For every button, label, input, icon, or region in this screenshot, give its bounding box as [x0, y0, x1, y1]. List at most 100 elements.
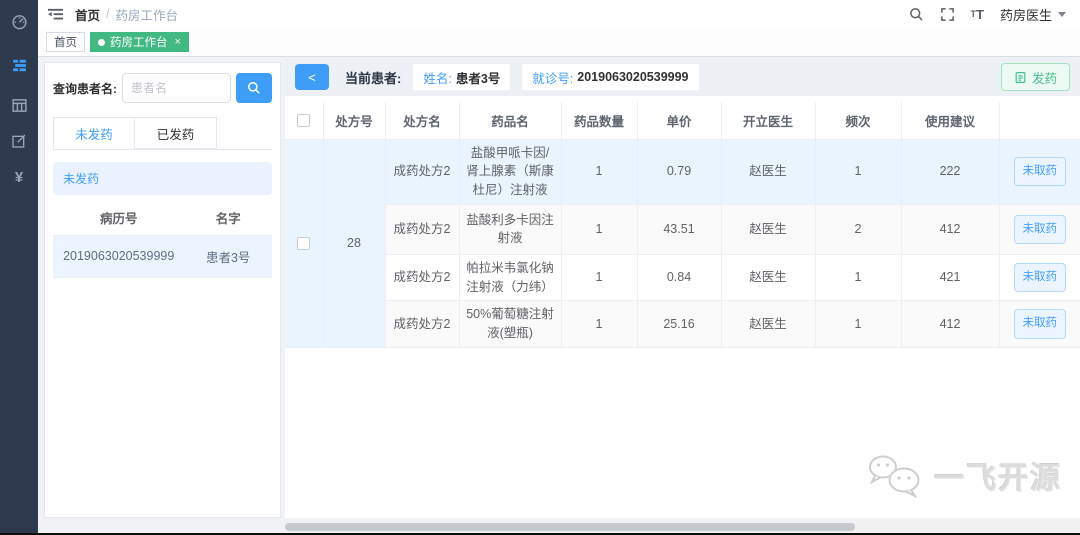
- sidebar-item-workbench[interactable]: [0, 48, 38, 82]
- frequency-cell: 1: [815, 139, 902, 205]
- prescription-name-cell: 成药处方2: [385, 204, 460, 255]
- patient-name-input[interactable]: [122, 73, 231, 103]
- fullscreen-icon: [940, 7, 954, 21]
- sidebar: ¥: [0, 0, 38, 533]
- font-size-button[interactable]: TT: [971, 7, 984, 22]
- table-header-row: 处方号 处方名 药品名 药品数量 单价 开立医生 频次 使用建议: [285, 102, 1080, 140]
- drug-name-cell: 盐酸利多卡因注射液: [459, 204, 562, 255]
- select-all-checkbox[interactable]: [297, 114, 311, 128]
- grid-table-icon: [11, 98, 27, 112]
- row-checkbox[interactable]: [297, 236, 311, 250]
- name-label: 姓名:: [423, 71, 452, 86]
- doctor-cell: 赵医生: [721, 139, 816, 205]
- not-taken-button[interactable]: 未取药: [1013, 262, 1066, 293]
- quantity-cell: 1: [561, 204, 638, 255]
- doctor-cell: 赵医生: [721, 254, 816, 302]
- back-button[interactable]: <: [295, 64, 329, 90]
- patient-search-row: 查询患者名:: [53, 73, 272, 103]
- col-prescription-no: 处方号: [323, 102, 386, 140]
- breadcrumb-home[interactable]: 首页: [75, 5, 100, 24]
- frequency-cell: 1: [815, 254, 902, 302]
- sidebar-item-fees[interactable]: ¥: [0, 160, 38, 194]
- tab-close-icon[interactable]: ×: [175, 36, 181, 48]
- usage-advice-cell: 412: [901, 300, 1000, 348]
- wechat-bubbles-icon: [869, 455, 920, 498]
- breadcrumb: 首页 / 药房工作台: [75, 5, 178, 24]
- prescription-name-cell: 成药处方2: [385, 254, 460, 302]
- patient-toolbar: < 当前患者: 姓名: 患者3号 就诊号: 2019063020539999 发…: [285, 58, 1080, 96]
- patient-panel: 查询患者名: 未发药 已发药 未发药 病历号 名字 20190630205399…: [44, 62, 281, 518]
- unit-price-cell: 0.79: [637, 139, 722, 205]
- tab-home[interactable]: 首页: [46, 32, 85, 52]
- patient-row[interactable]: 2019063020539999 患者3号: [53, 235, 272, 278]
- action-cell: 未取药: [999, 254, 1080, 302]
- prescription-table: 处方号 处方名 药品名 药品数量 单价 开立医生 频次 使用建议 28 成药处方…: [285, 102, 1080, 348]
- search-icon: [247, 81, 260, 94]
- fullscreen-button[interactable]: [940, 7, 955, 22]
- tab-pharmacy-workbench[interactable]: 药房工作台 ×: [90, 32, 189, 52]
- sidebar-item-tables[interactable]: [0, 88, 38, 122]
- patient-name[interactable]: 患者3号: [184, 235, 272, 278]
- col-usage-advice: 使用建议: [901, 102, 1000, 140]
- name-value: 患者3号: [455, 71, 501, 86]
- drug-name-cell: 50%葡萄糖注射液(塑瓶): [459, 300, 562, 348]
- breadcrumb-current: 药房工作台: [115, 8, 179, 23]
- prescription-name-cell: 成药处方2: [385, 300, 460, 348]
- not-taken-button[interactable]: 未取药: [1013, 214, 1066, 244]
- current-patient-label: 当前患者:: [345, 70, 402, 86]
- drug-name-cell: 盐酸甲哌卡因/肾上腺素（斯康杜尼）注射液: [459, 139, 562, 205]
- table-row: 成药处方2 50%葡萄糖注射液(塑瓶) 1 25.16 赵医生 1 412 未取…: [285, 300, 1080, 348]
- top-header: 首页 / 药房工作台 TT 药房医生: [38, 0, 1080, 28]
- not-taken-button[interactable]: 未取药: [1013, 157, 1066, 187]
- action-cell: 未取药: [999, 204, 1080, 255]
- dispense-status-tabs: 未发药 已发药: [53, 117, 272, 150]
- patient-record-no[interactable]: 2019063020539999: [53, 235, 185, 278]
- watermark: 一飞开源: [866, 452, 1062, 498]
- breadcrumb-separator: /: [106, 7, 110, 21]
- table-row: 成药处方2 帕拉米韦氯化钠注射液（力纬） 1 0.84 赵医生 1 421 未取…: [285, 254, 1080, 302]
- sidebar-item-edit[interactable]: [0, 124, 38, 158]
- dispense-doc-icon: [1015, 71, 1026, 83]
- tab-dispensed[interactable]: 已发药: [135, 117, 217, 149]
- status-alert: 未发药: [53, 162, 272, 195]
- col-record-no: 病历号: [53, 201, 185, 236]
- user-menu[interactable]: 药房医生: [1000, 5, 1066, 24]
- prescription-no-cell: 28: [323, 139, 386, 348]
- row-checkbox-cell: [285, 139, 324, 348]
- quantity-cell: 1: [561, 300, 638, 348]
- col-prescription-name: 处方名: [385, 102, 460, 140]
- doctor-cell: 赵医生: [721, 300, 816, 348]
- user-name: 药房医生: [999, 7, 1052, 23]
- header-actions: TT 药房医生: [909, 5, 1066, 24]
- col-patient-name: 名字: [184, 201, 272, 236]
- tab-not-dispensed[interactable]: 未发药: [53, 117, 135, 149]
- col-doctor: 开立医生: [721, 102, 816, 140]
- quantity-cell: 1: [561, 254, 638, 302]
- fold-menu-icon: [48, 8, 63, 19]
- action-cell: 未取药: [999, 139, 1080, 205]
- sidebar-item-dashboard[interactable]: [0, 4, 38, 38]
- table-row: 成药处方2 盐酸利多卡因注射液 1 43.51 赵医生 2 412 未取药: [285, 204, 1080, 255]
- header-checkbox-cell: [285, 102, 324, 140]
- patient-list-table: 病历号 名字 2019063020539999 患者3号: [53, 201, 272, 278]
- unit-price-cell: 43.51: [637, 204, 722, 255]
- collapse-menu-button[interactable]: [48, 8, 63, 21]
- usage-advice-cell: 222: [901, 139, 1000, 205]
- search-icon: [909, 7, 923, 21]
- prescription-panel: < 当前患者: 姓名: 患者3号 就诊号: 2019063020539999 发…: [285, 58, 1080, 518]
- dispense-button[interactable]: 发药: [1000, 63, 1070, 91]
- visit-number-box: 就诊号: 2019063020539999: [522, 64, 699, 90]
- patient-search-button[interactable]: [236, 73, 272, 103]
- col-actions: [999, 102, 1080, 140]
- dashboard-icon: [11, 14, 27, 29]
- usage-advice-cell: 412: [901, 204, 1000, 255]
- patient-name-box: 姓名: 患者3号: [413, 64, 511, 90]
- header-search-button[interactable]: [909, 7, 924, 22]
- visit-value: 2019063020539999: [577, 70, 689, 84]
- col-frequency: 频次: [815, 102, 902, 140]
- scrollbar-thumb[interactable]: [285, 523, 855, 531]
- not-taken-button[interactable]: 未取药: [1013, 309, 1066, 339]
- horizontal-scrollbar[interactable]: [285, 522, 1080, 532]
- unit-price-cell: 0.84: [637, 254, 722, 302]
- quantity-cell: 1: [561, 139, 638, 205]
